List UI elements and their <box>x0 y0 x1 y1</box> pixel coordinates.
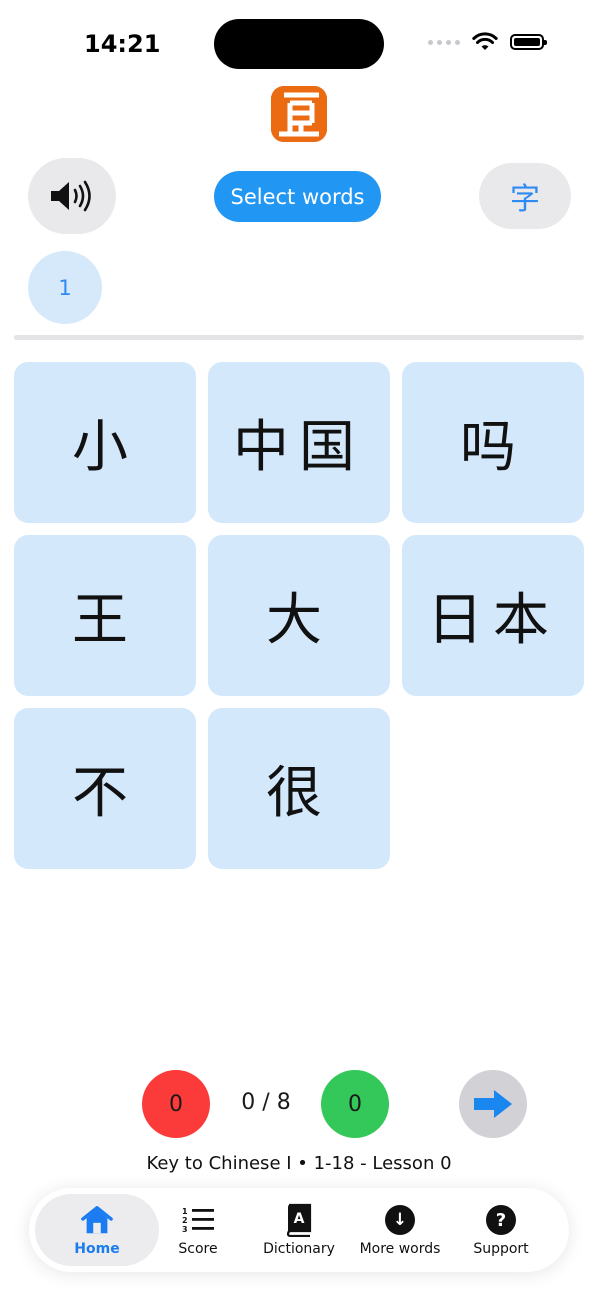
tab-support-label: Support <box>473 1241 529 1257</box>
question-mark-icon: ? <box>484 1203 518 1237</box>
word-card[interactable]: 日本 <box>402 535 584 696</box>
tab-more-words[interactable]: ↓ More words <box>355 1188 445 1272</box>
play-sound-button[interactable] <box>28 158 116 234</box>
next-button[interactable] <box>459 1070 527 1138</box>
status-icons <box>428 32 547 52</box>
speaker-icon <box>51 180 91 212</box>
word-card[interactable]: 吗 <box>402 362 584 523</box>
svg-text:1: 1 <box>182 1207 188 1216</box>
svg-text:2: 2 <box>182 1216 188 1225</box>
progress-counter: 0 / 8 <box>241 1090 291 1115</box>
house-icon <box>80 1203 114 1237</box>
word-card[interactable]: 大 <box>208 535 390 696</box>
tab-dictionary-label: Dictionary <box>263 1241 335 1257</box>
word-card[interactable]: 很 <box>208 708 390 869</box>
correct-count-badge: 0 <box>321 1070 389 1138</box>
dynamic-island <box>214 19 384 69</box>
select-words-button[interactable]: Select words <box>214 171 381 222</box>
word-grid: 小 中国 吗 王 大 日本 不 很 <box>14 362 584 869</box>
word-card[interactable]: 王 <box>14 535 196 696</box>
svg-text:A: A <box>294 1211 305 1227</box>
arrow-right-icon <box>474 1090 512 1118</box>
signal-icon <box>428 39 460 45</box>
app-logo <box>271 86 327 142</box>
tab-support[interactable]: ? Support <box>461 1188 541 1272</box>
tab-home[interactable]: Home <box>35 1194 159 1266</box>
svg-text:3: 3 <box>182 1225 188 1234</box>
download-arrow-icon: ↓ <box>383 1203 417 1237</box>
divider <box>14 335 584 340</box>
dictionary-book-icon: A <box>282 1203 316 1237</box>
tab-more-words-label: More words <box>359 1241 441 1257</box>
word-card[interactable]: 不 <box>14 708 196 869</box>
numbered-list-icon: 1 2 3 <box>181 1203 215 1237</box>
wifi-icon <box>472 32 498 50</box>
word-card[interactable]: 中国 <box>208 362 390 523</box>
character-mode-button[interactable]: 字 <box>479 163 571 229</box>
tab-score-label: Score <box>178 1241 218 1257</box>
word-card[interactable]: 小 <box>14 362 196 523</box>
tab-home-label: Home <box>74 1241 120 1257</box>
status-time: 14:21 <box>84 30 161 58</box>
page-chip-1[interactable]: 1 <box>28 251 102 324</box>
lesson-label: Key to Chinese I • 1-18 - Lesson 0 <box>146 1153 452 1174</box>
tab-dictionary[interactable]: A Dictionary <box>254 1188 344 1272</box>
tab-bar: Home 1 2 3 Score A Dictionary ↓ More wor… <box>29 1188 569 1272</box>
wrong-count-badge: 0 <box>142 1070 210 1138</box>
tab-score[interactable]: 1 2 3 Score <box>160 1188 236 1272</box>
battery-icon <box>510 34 547 50</box>
